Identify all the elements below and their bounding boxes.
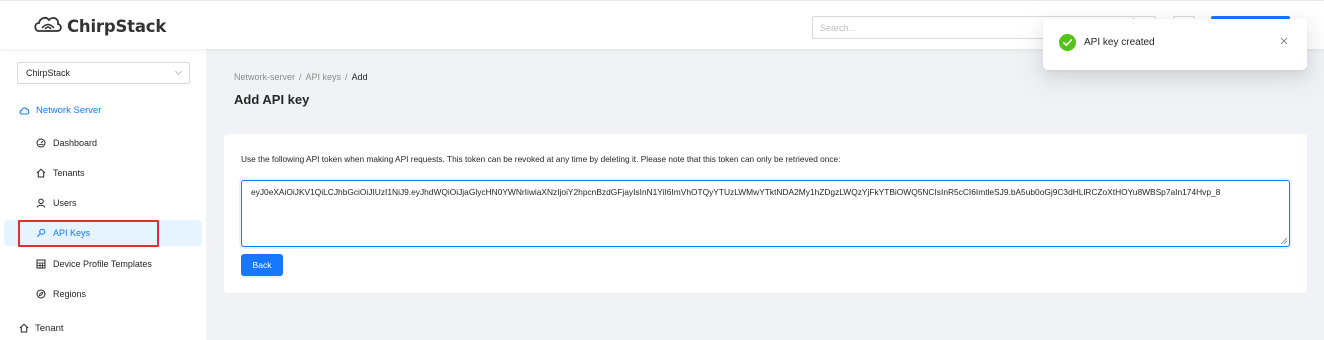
breadcrumb-separator: /	[345, 72, 348, 82]
chevron-down-icon	[174, 67, 183, 76]
app-logo[interactable]: ChirpStack	[33, 15, 166, 37]
api-key-card: Use the following API token when making …	[224, 134, 1307, 293]
menu-group-network-server[interactable]: Network Server	[0, 99, 206, 121]
home-icon	[36, 168, 46, 178]
sidebar-item-label: Dashboard	[53, 138, 98, 148]
sidebar-item-device-profile-templates[interactable]: Device Profile Templates	[0, 251, 206, 277]
sidebar-item-regions[interactable]: Regions	[0, 281, 206, 307]
breadcrumb-separator: /	[299, 72, 302, 82]
chirpstack-logo-icon	[34, 16, 62, 32]
sidebar-item-label: Tenants	[53, 168, 85, 178]
page-title: Add API key	[234, 92, 310, 107]
token-instructions: Use the following API token when making …	[241, 154, 841, 164]
success-notification: API key created	[1043, 19, 1307, 70]
user-icon	[36, 198, 46, 208]
api-token-textarea[interactable]: eyJ0eXAiOiJKV1QiLCJhbGciOiJIUzI1NiJ9.eyJ…	[241, 180, 1290, 247]
dashboard-icon	[36, 138, 46, 148]
back-button[interactable]: Back	[241, 254, 283, 276]
sidebar-item-tenants[interactable]: Tenants	[0, 160, 206, 186]
key-icon	[36, 228, 46, 238]
check-circle-icon	[1059, 34, 1076, 51]
menu-group-label: Network Server	[36, 104, 102, 116]
menu-group-label: Tenant	[35, 322, 64, 334]
cloud-icon	[19, 106, 30, 114]
breadcrumb: Network-server / API keys / Add	[234, 72, 368, 82]
sidebar-item-label: Regions	[53, 289, 87, 299]
menu-group-tenant[interactable]: Tenant	[0, 317, 206, 339]
sidebar-item-label: Device Profile Templates	[53, 259, 152, 269]
tenant-select[interactable]: ChirpStack	[17, 62, 190, 84]
breadcrumb-link-network-server[interactable]: Network-server	[234, 72, 295, 82]
compass-icon	[36, 289, 46, 299]
resize-handle-icon[interactable]	[1281, 238, 1287, 244]
sidebar: ChirpStack Network Server Dashboard Tena…	[0, 49, 206, 340]
home-icon	[19, 323, 29, 333]
app-name: ChirpStack	[67, 16, 167, 36]
breadcrumb-current: Add	[351, 72, 368, 82]
sidebar-item-users[interactable]: Users	[0, 190, 206, 216]
tenant-select-value: ChirpStack	[26, 68, 71, 78]
sidebar-item-label: Users	[53, 198, 77, 208]
breadcrumb-link-api-keys[interactable]: API keys	[306, 72, 342, 82]
sidebar-item-api-keys[interactable]: API Keys	[4, 220, 202, 246]
close-icon[interactable]	[1279, 36, 1289, 46]
table-icon	[36, 259, 46, 269]
sidebar-item-dashboard[interactable]: Dashboard	[0, 130, 206, 156]
notification-message: API key created	[1084, 37, 1155, 48]
api-token-value: eyJ0eXAiOiJKV1QiLCJhbGciOiJIUzI1NiJ9.eyJ…	[251, 187, 1221, 197]
sidebar-item-label: API Keys	[53, 228, 91, 238]
